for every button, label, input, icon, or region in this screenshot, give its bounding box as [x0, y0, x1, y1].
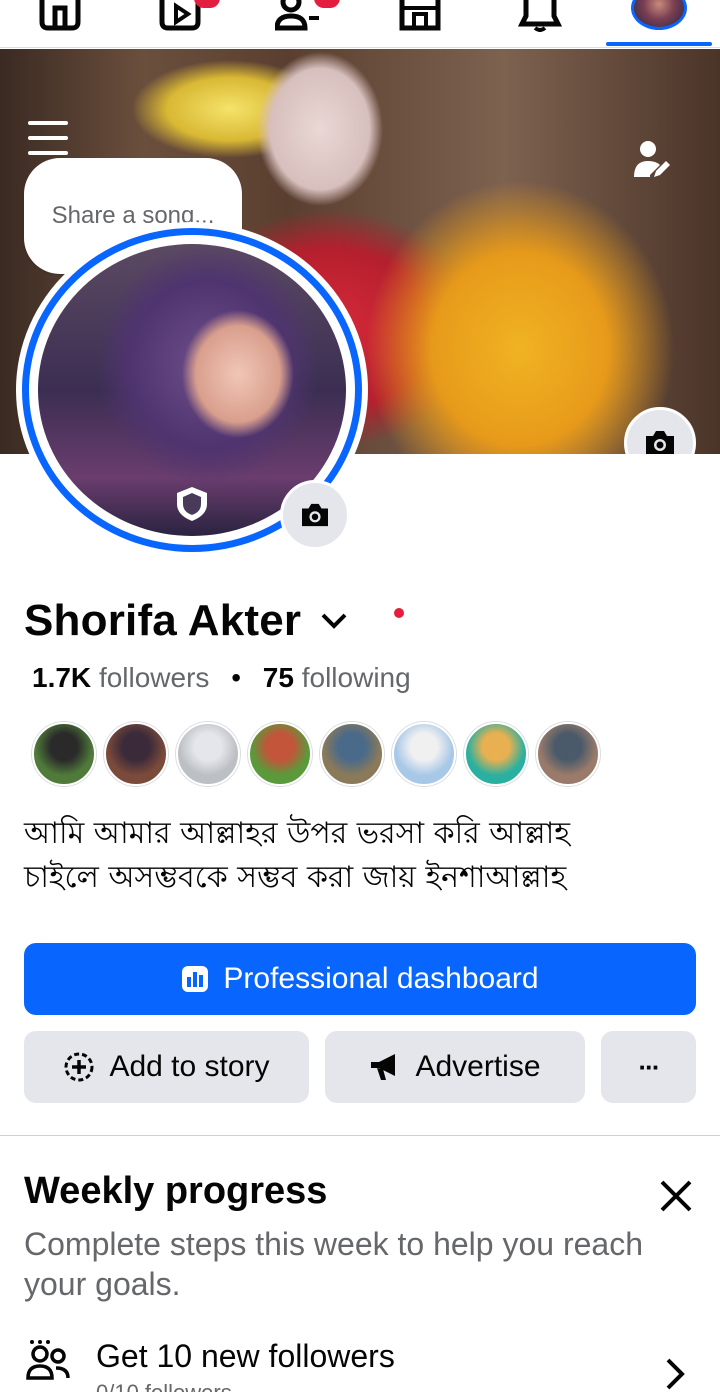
- edit-profile-icon[interactable]: [632, 139, 672, 179]
- follower-avatars: [32, 722, 608, 786]
- profile-name: Shorifa Akter: [24, 596, 302, 645]
- cover-camera-button[interactable]: [624, 407, 696, 454]
- stats-separator: •: [231, 662, 242, 693]
- follower-avatar[interactable]: [104, 722, 168, 786]
- dashboard-icon: [182, 966, 209, 992]
- follower-avatar[interactable]: [320, 722, 384, 786]
- advertise-button[interactable]: Advertise: [325, 1031, 585, 1103]
- task-label[interactable]: Get 10 new followers: [96, 1338, 395, 1375]
- home-icon: [39, 0, 81, 31]
- follower-avatar[interactable]: [176, 722, 240, 786]
- megaphone-icon: [371, 1054, 396, 1080]
- profile-guard-shield-icon: [177, 487, 207, 521]
- profile-name-row[interactable]: Shorifa Akter: [24, 594, 349, 648]
- follower-avatar[interactable]: [32, 722, 96, 786]
- nav-home[interactable]: [20, 0, 100, 46]
- task-progress: 0/10 followers: [96, 1380, 232, 1392]
- following-label[interactable]: following: [302, 662, 411, 693]
- section-divider: [0, 1135, 720, 1136]
- weekly-progress-subtitle: Complete steps this week to help you rea…: [24, 1226, 643, 1302]
- professional-dashboard-label: Professional dashboard: [223, 962, 539, 995]
- camera-icon: [302, 503, 328, 527]
- follower-avatar[interactable]: [392, 722, 456, 786]
- nav-active-indicator: [606, 42, 712, 46]
- video-icon: [159, 0, 201, 31]
- follower-avatar[interactable]: [248, 722, 312, 786]
- chevron-right-icon[interactable]: [660, 1356, 690, 1392]
- add-story-icon: [64, 1052, 94, 1082]
- followers-group-icon: [26, 1340, 70, 1380]
- professional-dashboard-button[interactable]: Professional dashboard: [24, 943, 696, 1015]
- menu-icon[interactable]: [28, 119, 68, 157]
- close-icon[interactable]: [656, 1176, 696, 1216]
- nav-friends[interactable]: [260, 0, 340, 46]
- followers-label[interactable]: followers: [99, 662, 209, 693]
- profile-stats: 1.7K followers • 75 following: [32, 662, 411, 694]
- nav-marketplace[interactable]: [380, 0, 460, 46]
- new-indicator-dot: [394, 608, 404, 618]
- nav-profile-avatar[interactable]: [631, 0, 687, 30]
- top-nav: [0, 0, 720, 48]
- followers-count[interactable]: 1.7K: [32, 662, 91, 693]
- profile-bio: আমি আমার আল্লাহর উপর ভরসা করি আল্লাহ চাই…: [24, 812, 696, 900]
- advertise-label: Advertise: [415, 1050, 541, 1083]
- follower-avatar[interactable]: [536, 722, 600, 786]
- camera-icon: [646, 431, 674, 454]
- chevron-down-icon[interactable]: [319, 606, 349, 636]
- add-to-story-button[interactable]: Add to story: [24, 1031, 309, 1103]
- marketplace-icon: [399, 0, 441, 31]
- nav-notifications[interactable]: [500, 0, 580, 46]
- following-count[interactable]: 75: [263, 662, 294, 693]
- follower-avatar[interactable]: [464, 722, 528, 786]
- bio-line-1: আমি আমার আল্লাহর উপর ভরসা করি আল্লাহ: [24, 816, 571, 851]
- nav-video[interactable]: [140, 0, 220, 46]
- bio-line-2: চাইলে অসম্ভবকে সম্ভব করা জায় ইনশাআল্লাহ: [24, 860, 567, 895]
- add-to-story-label: Add to story: [109, 1050, 270, 1083]
- more-options-icon: ···: [638, 1051, 661, 1082]
- bell-icon: [518, 0, 562, 32]
- weekly-progress-title: Weekly progress: [24, 1170, 328, 1212]
- profile-camera-button[interactable]: [280, 480, 350, 550]
- more-options-button[interactable]: ···: [601, 1031, 696, 1103]
